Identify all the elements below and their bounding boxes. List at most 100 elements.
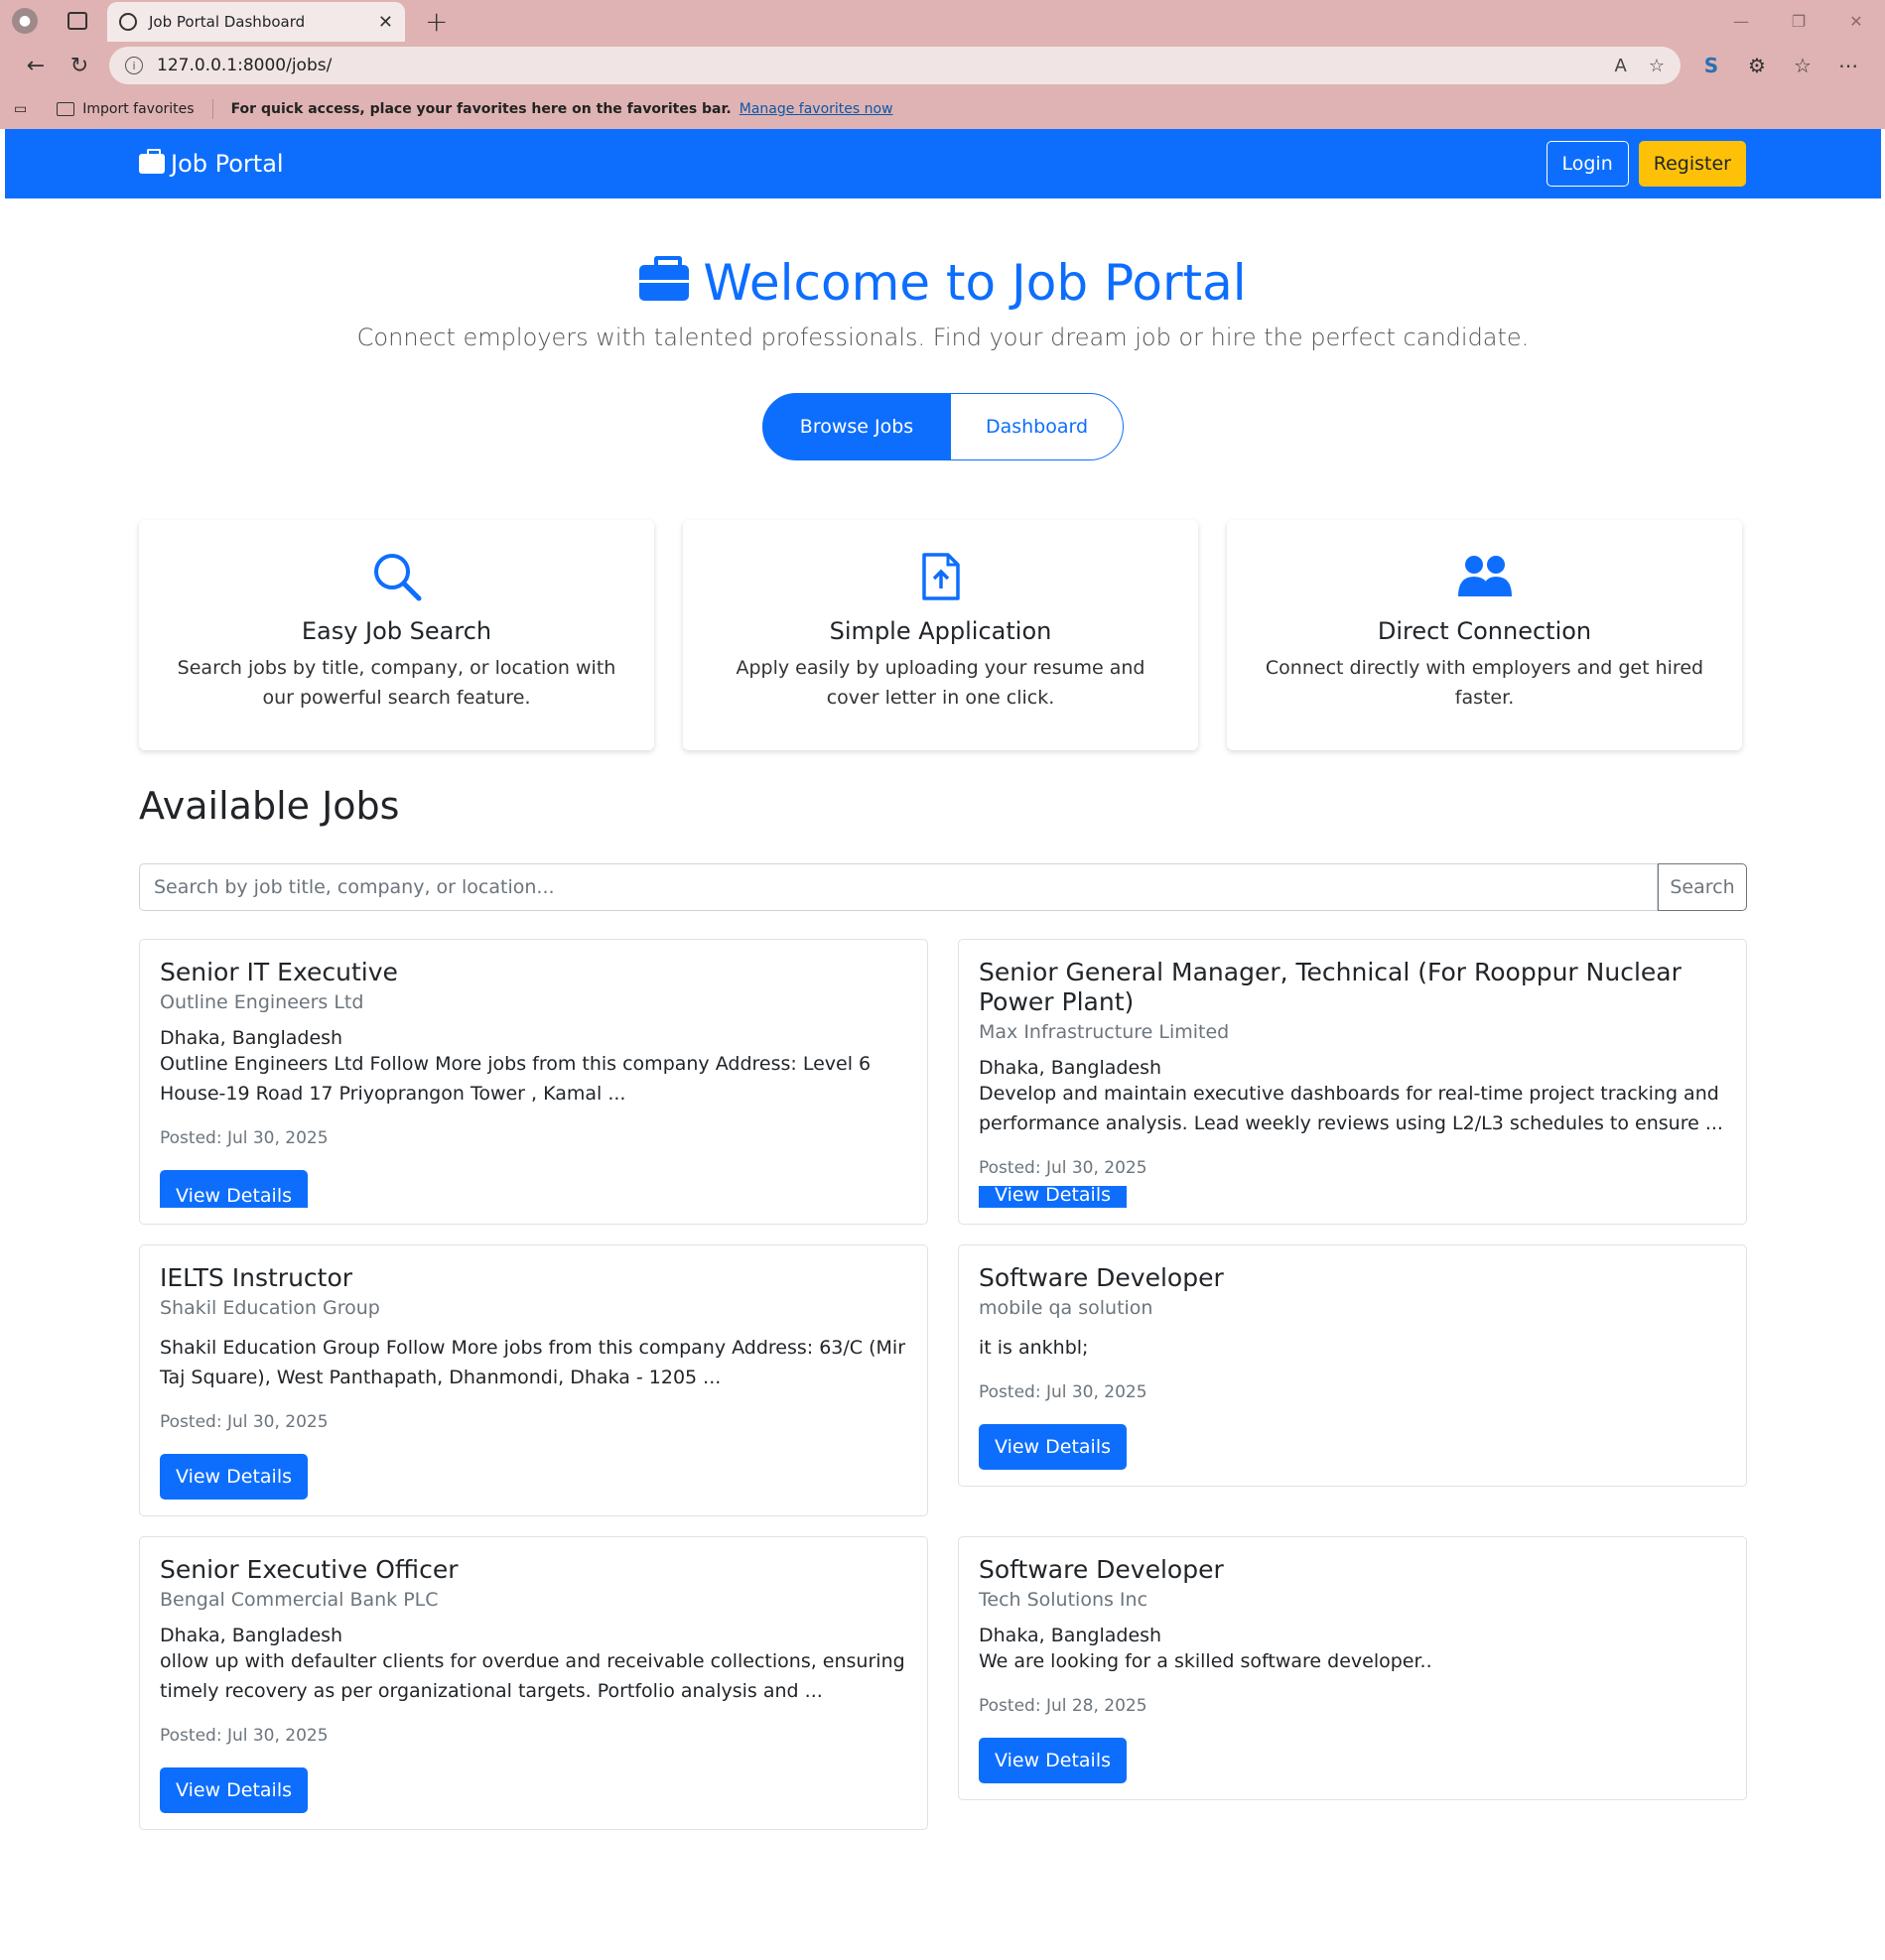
dashboard-button[interactable]: Dashboard	[951, 393, 1124, 460]
view-details-button[interactable]: View Details	[979, 1738, 1127, 1783]
url-field[interactable]: i 127.0.0.1:8000/jobs/ A ☆	[109, 47, 1681, 84]
window-controls: — ❐ ✕	[1712, 0, 1885, 42]
features-section: Easy Job Search Search jobs by title, co…	[5, 520, 1881, 750]
back-icon[interactable]: ←	[14, 54, 58, 78]
jobs-section: Available Jobs Search Senior IT Executiv…	[5, 784, 1881, 1830]
job-posted-date: Posted: Jul 30, 2025	[979, 1158, 1147, 1178]
job-card: Software Developer Tech Solutions Inc Dh…	[958, 1536, 1747, 1800]
import-favorites-label: Import favorites	[82, 101, 195, 117]
address-bar: ← ↻ i 127.0.0.1:8000/jobs/ A ☆ S ⚙ ☆ ⋯	[0, 42, 1885, 89]
quick-access-text: For quick access, place your favorites h…	[230, 101, 732, 117]
new-tab-icon[interactable]: +	[425, 5, 448, 38]
search-button[interactable]: Search	[1658, 863, 1747, 911]
feature-title: Easy Job Search	[301, 617, 492, 645]
job-location: Dhaka, Bangladesh	[160, 1027, 343, 1049]
job-location: Dhaka, Bangladesh	[979, 1057, 1162, 1079]
browser-chrome: ● Job Portal Dashboard ✕ + — ❐ ✕ ← ↻ i 1…	[0, 0, 1885, 129]
job-grid: Senior IT Executive Outline Engineers Lt…	[139, 939, 1747, 1830]
job-company: Max Infrastructure Limited	[979, 1021, 1230, 1043]
people-icon	[1257, 548, 1712, 605]
extensions-icon[interactable]: ⚙	[1734, 54, 1780, 77]
search-icon	[169, 548, 624, 605]
tab-bar: ● Job Portal Dashboard ✕ + — ❐ ✕	[0, 0, 1885, 42]
briefcase-icon	[639, 256, 690, 301]
feature-text: Apply easily by uploading your resume an…	[736, 657, 1145, 709]
file-upload-icon	[713, 548, 1168, 605]
hero-subtitle: Connect employers with talented professi…	[356, 324, 1530, 351]
view-details-button[interactable]: View Details	[979, 1186, 1127, 1208]
tab-title: Job Portal Dashboard	[149, 13, 306, 31]
favorites-icon[interactable]: ☆	[1780, 54, 1825, 77]
more-options-icon[interactable]: ⋯	[1825, 54, 1871, 77]
job-title: Software Developer	[979, 1555, 1224, 1584]
view-details-button[interactable]: View Details	[160, 1767, 308, 1813]
search-input[interactable]	[139, 863, 1658, 911]
browse-jobs-button[interactable]: Browse Jobs	[762, 393, 951, 460]
brand-link[interactable]: Job Portal	[139, 149, 1547, 178]
reading-icon[interactable]: ▭	[14, 101, 27, 117]
browser-tab[interactable]: Job Portal Dashboard ✕	[107, 2, 405, 42]
profile-icon[interactable]: ●	[12, 8, 38, 34]
job-description: it is ankhbl;	[979, 1337, 1089, 1359]
job-card: Software Developer mobile qa solution it…	[958, 1244, 1747, 1487]
page-content: Job Portal Login Register Welcome to Job…	[5, 129, 1881, 1960]
brand-label: Job Portal	[171, 150, 284, 178]
close-window-icon[interactable]: ✕	[1827, 0, 1885, 42]
job-description: Outline Engineers Ltd Follow More jobs f…	[160, 1053, 872, 1105]
import-favorites[interactable]: Import favorites	[57, 101, 195, 117]
job-title: Software Developer	[979, 1263, 1224, 1292]
job-location: Dhaka, Bangladesh	[160, 1625, 343, 1646]
feature-card: Direct Connection Connect directly with …	[1227, 520, 1742, 750]
view-details-button[interactable]: View Details	[160, 1170, 308, 1208]
globe-icon	[119, 13, 137, 31]
job-card: Senior General Manager, Technical (For R…	[958, 939, 1747, 1225]
job-posted-date: Posted: Jul 28, 2025	[979, 1696, 1147, 1716]
job-posted-date: Posted: Jul 30, 2025	[979, 1382, 1147, 1402]
site-info-icon[interactable]: i	[125, 57, 143, 74]
vertical-tabs-icon[interactable]	[67, 12, 87, 30]
navbar: Job Portal Login Register	[5, 129, 1881, 198]
section-heading: Available Jobs	[139, 784, 400, 828]
hero-button-group: Browse Jobs Dashboard	[762, 393, 1124, 460]
job-title: Senior Executive Officer	[160, 1555, 459, 1584]
search-form: Search	[139, 863, 1747, 911]
hero-title: Welcome to Job Portal	[5, 254, 1881, 312]
view-details-wrapper: View Details	[160, 1170, 907, 1208]
feature-text: Search jobs by title, company, or locati…	[177, 657, 616, 709]
favorites-bar: ▭ Import favorites For quick access, pla…	[0, 89, 1885, 129]
extension-s-icon[interactable]: S	[1688, 54, 1734, 77]
feature-title: Simple Application	[829, 617, 1052, 645]
job-title: Senior IT Executive	[160, 958, 398, 986]
job-posted-date: Posted: Jul 30, 2025	[160, 1128, 329, 1148]
view-details-button[interactable]: View Details	[979, 1424, 1127, 1470]
import-icon	[57, 102, 75, 116]
job-title: IELTS Instructor	[160, 1263, 353, 1292]
job-company: Bengal Commercial Bank PLC	[160, 1589, 439, 1611]
job-description: We are looking for a skilled software de…	[979, 1650, 1432, 1672]
job-description: Develop and maintain executive dashboard…	[979, 1083, 1723, 1134]
restore-icon[interactable]: ❐	[1770, 0, 1827, 42]
job-title: Senior General Manager, Technical (For R…	[979, 958, 1682, 1016]
favorite-star-icon[interactable]: ☆	[1649, 56, 1665, 76]
manage-favorites-link[interactable]: Manage favorites now	[740, 101, 893, 117]
register-button[interactable]: Register	[1638, 141, 1746, 187]
view-details-button[interactable]: View Details	[160, 1454, 308, 1500]
minimize-icon[interactable]: —	[1712, 0, 1770, 42]
refresh-icon[interactable]: ↻	[58, 54, 101, 78]
login-button[interactable]: Login	[1546, 141, 1629, 187]
job-description: ollow up with defaulter clients for over…	[160, 1650, 905, 1702]
job-card: IELTS Instructor Shakil Education Group …	[139, 1244, 928, 1516]
url-text: 127.0.0.1:8000/jobs/	[157, 56, 333, 75]
feature-title: Direct Connection	[1377, 617, 1592, 645]
feature-card: Easy Job Search Search jobs by title, co…	[139, 520, 654, 750]
hero-section: Welcome to Job Portal Connect employers …	[5, 198, 1881, 460]
close-tab-icon[interactable]: ✕	[378, 12, 393, 33]
job-description: Shakil Education Group Follow More jobs …	[160, 1337, 906, 1388]
view-details-wrapper: View Details	[979, 1186, 1726, 1208]
feature-card: Simple Application Apply easily by uploa…	[683, 520, 1198, 750]
job-card: Senior Executive Officer Bengal Commerci…	[139, 1536, 928, 1830]
divider	[211, 99, 213, 119]
read-aloud-icon[interactable]: A	[1615, 56, 1627, 76]
briefcase-icon	[139, 149, 165, 174]
toolbar: S ⚙ ☆ ⋯	[1688, 54, 1871, 77]
